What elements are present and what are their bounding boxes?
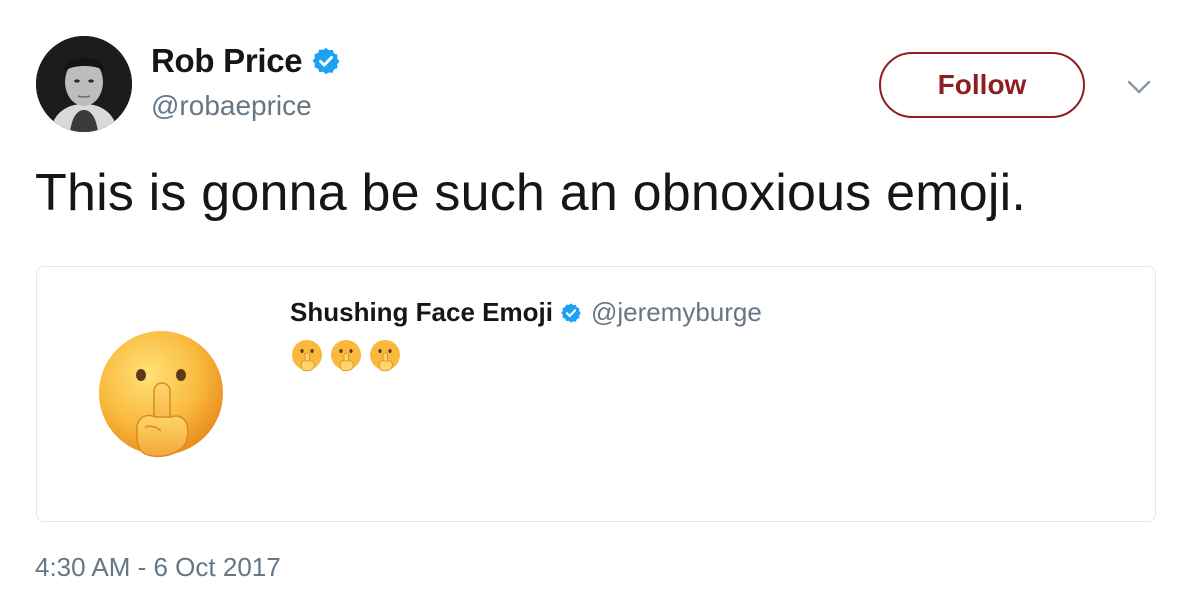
verified-badge-icon [312,47,340,75]
shushing-face-emoji-icon [370,340,400,372]
tweet-timestamp[interactable]: 4:30 AM - 6 Oct 2017 [35,552,281,583]
chevron-down-icon[interactable] [1124,74,1154,100]
shushing-face-emoji-icon [331,340,361,372]
author-avatar[interactable] [36,36,132,132]
author-name-row[interactable]: Rob Price [151,42,341,80]
quoted-tweet-card[interactable]: Shushing Face Emoji @jeremyburge [36,266,1156,522]
tweet-text: This is gonna be such an obnoxious emoji… [35,164,1027,222]
quoted-tweet-text [290,339,402,373]
follow-button[interactable]: Follow [879,52,1085,118]
avatar-photo [36,36,132,132]
author-handle[interactable]: @robaeprice [151,90,312,122]
author-display-name[interactable]: Rob Price [151,42,303,80]
quoted-tweet-header[interactable]: Shushing Face Emoji @jeremyburge [290,297,762,328]
verified-badge-icon [561,302,581,323]
shushing-face-emoji-icon [99,331,223,458]
quoted-author-name[interactable]: Shushing Face Emoji [290,297,553,328]
quoted-author-handle[interactable]: @jeremyburge [591,297,762,328]
shushing-face-emoji-icon [292,340,322,372]
